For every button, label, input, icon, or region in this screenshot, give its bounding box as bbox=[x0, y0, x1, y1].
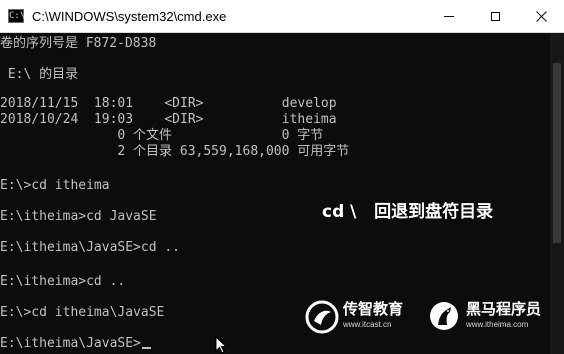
cmd-window: C:\ C:\WINDOWS\system32\cmd.exe 卷的序列号是 F… bbox=[0, 0, 564, 354]
close-button[interactable] bbox=[518, 0, 564, 33]
console-line: 2018/11/15 18:01 <DIR> develop bbox=[0, 96, 337, 111]
console-line: E:\ 的目录 bbox=[0, 67, 79, 82]
console-line: E:\itheima>cd JavaSE bbox=[0, 209, 157, 224]
console-line: 0 个文件 0 字节 bbox=[0, 128, 324, 143]
console-line: E:\>cd itheima bbox=[0, 178, 110, 193]
minimize-icon bbox=[444, 16, 454, 17]
itheima-horse-logo-icon bbox=[430, 302, 458, 330]
console-line: 2018/10/24 19:03 <DIR> itheima bbox=[0, 112, 337, 127]
text-cursor bbox=[141, 347, 151, 349]
title-bar[interactable]: C:\ C:\WINDOWS\system32\cmd.exe bbox=[0, 0, 564, 33]
console-line: E:\itheima\JavaSE>cd .. bbox=[0, 240, 181, 255]
close-icon bbox=[535, 11, 547, 22]
mouse-pointer-icon bbox=[215, 336, 227, 354]
prompt-text: E:\itheima\JavaSE> bbox=[0, 336, 141, 351]
itcast-logo-url: www.itcast.cn bbox=[343, 320, 392, 329]
maximize-button[interactable] bbox=[472, 0, 518, 33]
annotation-text: cd \ 回退到盘符目录 bbox=[322, 202, 494, 222]
scrollbar-thumb[interactable] bbox=[553, 63, 561, 243]
minimize-button[interactable] bbox=[426, 0, 472, 33]
cmd-app-icon[interactable]: C:\ bbox=[8, 9, 25, 23]
itheima-logo-name: 黑马程序员 bbox=[466, 300, 542, 318]
window-title: C:\WINDOWS\system32\cmd.exe bbox=[32, 9, 227, 24]
itcast-logo-icon bbox=[305, 300, 339, 334]
itheima-logo-url: www.itheima.com bbox=[466, 320, 529, 329]
console-line: 卷的序列号是 F872-D838 bbox=[0, 36, 157, 51]
console-line: E:\>cd itheima\JavaSE bbox=[0, 305, 165, 320]
itcast-watermark: 传智教育 www.itcast.cn bbox=[305, 298, 415, 334]
command-prompt-line[interactable]: E:\itheima\JavaSE> bbox=[0, 336, 151, 352]
console-line: E:\itheima>cd .. bbox=[0, 274, 126, 289]
maximize-icon bbox=[490, 12, 500, 21]
itheima-watermark: 黑马程序员 www.itheima.com bbox=[428, 298, 548, 334]
vertical-scrollbar[interactable] bbox=[550, 33, 564, 354]
itcast-logo-name: 传智教育 bbox=[343, 300, 404, 318]
console-line: 2 个目录 63,559,168,000 可用字节 bbox=[0, 144, 350, 159]
